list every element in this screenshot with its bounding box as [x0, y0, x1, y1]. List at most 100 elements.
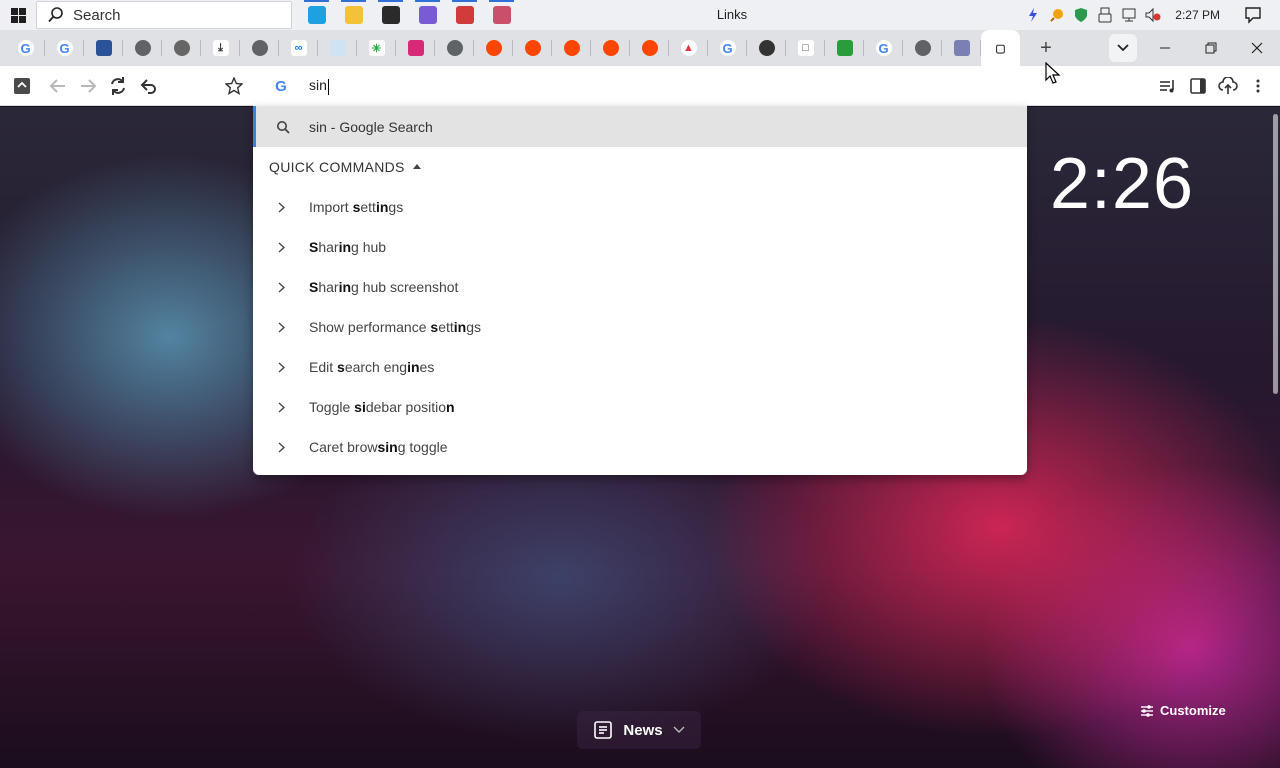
- undo-close-button[interactable]: [136, 74, 160, 98]
- chevron-down-icon: [673, 726, 685, 733]
- quick-command-item[interactable]: Edit search engines: [253, 347, 1027, 387]
- page-scrollbar[interactable]: [1273, 114, 1278, 394]
- address-bar[interactable]: G sin: [253, 66, 1027, 106]
- taskbar-app-button[interactable]: [409, 0, 446, 30]
- tab-search-button[interactable]: [1109, 34, 1137, 62]
- mouse-cursor-icon: [1045, 62, 1061, 84]
- globe-favicon-icon: [251, 40, 268, 56]
- tab-avatar[interactable]: [942, 30, 981, 66]
- quick-command-item[interactable]: Caret browsing toggle: [253, 427, 1027, 467]
- taskbar-app-button[interactable]: [483, 0, 520, 30]
- minimize-icon: [1160, 47, 1170, 49]
- tab-reddit-2[interactable]: [513, 30, 552, 66]
- image-app-icon: [492, 6, 511, 24]
- tab-globe-3[interactable]: [435, 30, 474, 66]
- new-tab-button[interactable]: +: [1026, 30, 1066, 66]
- tab-globe-1[interactable]: [123, 30, 162, 66]
- taskbar-app-button[interactable]: [446, 0, 483, 30]
- close-window-button[interactable]: [1234, 30, 1280, 66]
- usb-icon[interactable]: [1093, 0, 1117, 30]
- avatar-favicon-icon: [953, 40, 970, 56]
- reload-button[interactable]: [106, 74, 130, 98]
- chevron-right-icon: [253, 441, 309, 453]
- taskbar-app-button[interactable]: [335, 0, 372, 30]
- tray-app-icon[interactable]: [1021, 0, 1045, 30]
- taskbar-app-button[interactable]: [298, 0, 335, 30]
- tab-reddit-1[interactable]: [474, 30, 513, 66]
- restore-button[interactable]: [1188, 30, 1234, 66]
- tab-weather[interactable]: [84, 30, 123, 66]
- menu-button[interactable]: [1246, 74, 1270, 98]
- tab-globe-2[interactable]: [240, 30, 279, 66]
- g-favicon-icon: G: [719, 40, 736, 56]
- tray-search-app-icon[interactable]: [1045, 0, 1069, 30]
- system-tray: 2:27 PM: [1021, 0, 1280, 30]
- news-button[interactable]: News: [577, 711, 701, 749]
- window-title: Links: [716, 7, 748, 22]
- tab-doc[interactable]: □: [786, 30, 825, 66]
- g-favicon-icon: G: [875, 40, 892, 56]
- home-panel-button[interactable]: [10, 74, 34, 98]
- bug-favicon-icon: [758, 40, 775, 56]
- star-icon: [225, 77, 243, 95]
- customize-button[interactable]: Customize: [1140, 703, 1226, 718]
- upload-button[interactable]: [1216, 74, 1240, 98]
- bird-app-icon: [418, 6, 437, 24]
- tab-cloud[interactable]: [318, 30, 357, 66]
- panel-icon: [14, 78, 30, 94]
- notification-icon[interactable]: [1238, 0, 1268, 30]
- tab-globe-4[interactable]: [903, 30, 942, 66]
- sidebar-icon: [1190, 78, 1206, 94]
- network-icon[interactable]: [1117, 0, 1141, 30]
- forward-button[interactable]: [76, 74, 100, 98]
- news-icon: [594, 721, 613, 739]
- chevron-down-icon: [1117, 44, 1129, 52]
- chevron-right-icon: [253, 281, 309, 293]
- quick-command-item[interactable]: Import settings: [253, 187, 1027, 227]
- chevron-right-icon: [253, 321, 309, 333]
- tab-google-4[interactable]: G: [864, 30, 903, 66]
- quick-command-item[interactable]: Show performance settings: [253, 307, 1027, 347]
- tab-google-2[interactable]: G: [45, 30, 84, 66]
- news-label: News: [623, 721, 663, 739]
- tab-instagram[interactable]: [396, 30, 435, 66]
- reddit-favicon-icon: [641, 40, 658, 56]
- tab-list: G G ⤓ ∞ ✳ ▲ G □ G ▢: [0, 30, 1020, 66]
- tab-bug[interactable]: [747, 30, 786, 66]
- quick-command-item[interactable]: Toggle sidebar position: [253, 387, 1027, 427]
- tab-meta[interactable]: ∞: [279, 30, 318, 66]
- minimize-button[interactable]: [1142, 30, 1188, 66]
- bookmark-button[interactable]: [222, 74, 246, 98]
- file-explorer-icon: [344, 6, 363, 24]
- tab-reddit-5[interactable]: [630, 30, 669, 66]
- quick-command-item[interactable]: Sharing hub: [253, 227, 1027, 267]
- taskbar-clock[interactable]: 2:27 PM: [1175, 8, 1220, 22]
- forward-arrow-icon: [81, 79, 97, 93]
- quick-command-item[interactable]: Sharing hub screenshot: [253, 267, 1027, 307]
- tab-reddit-3[interactable]: [552, 30, 591, 66]
- restore-icon: [1205, 42, 1217, 54]
- sidebar-button[interactable]: [1186, 74, 1210, 98]
- tab-google-1[interactable]: G: [6, 30, 45, 66]
- volume-muted-icon[interactable]: [1141, 0, 1165, 30]
- back-button[interactable]: [46, 74, 70, 98]
- address-bar-text[interactable]: sin: [309, 77, 327, 93]
- tab-green[interactable]: [825, 30, 864, 66]
- quick-commands-header[interactable]: QUICK COMMANDS: [253, 147, 1027, 187]
- omnibox-dropdown: sin - Google Search QUICK COMMANDS Impor…: [253, 106, 1027, 475]
- tab-fire[interactable]: ▲: [669, 30, 708, 66]
- tab-audio[interactable]: [162, 30, 201, 66]
- chevron-right-icon: [253, 401, 309, 413]
- taskbar-search-box[interactable]: Search: [36, 1, 292, 29]
- chevron-right-icon: [253, 201, 309, 213]
- start-button[interactable]: [0, 0, 36, 30]
- search-suggestion[interactable]: sin - Google Search: [253, 106, 1027, 147]
- tab-active[interactable]: ▢: [981, 30, 1020, 66]
- security-shield-icon[interactable]: [1069, 0, 1093, 30]
- tab-reddit-4[interactable]: [591, 30, 630, 66]
- tab-sparkle[interactable]: ✳: [357, 30, 396, 66]
- playlist-button[interactable]: [1156, 74, 1180, 98]
- taskbar-app-button[interactable]: [372, 0, 409, 30]
- tab-download[interactable]: ⤓: [201, 30, 240, 66]
- tab-google-3[interactable]: G: [708, 30, 747, 66]
